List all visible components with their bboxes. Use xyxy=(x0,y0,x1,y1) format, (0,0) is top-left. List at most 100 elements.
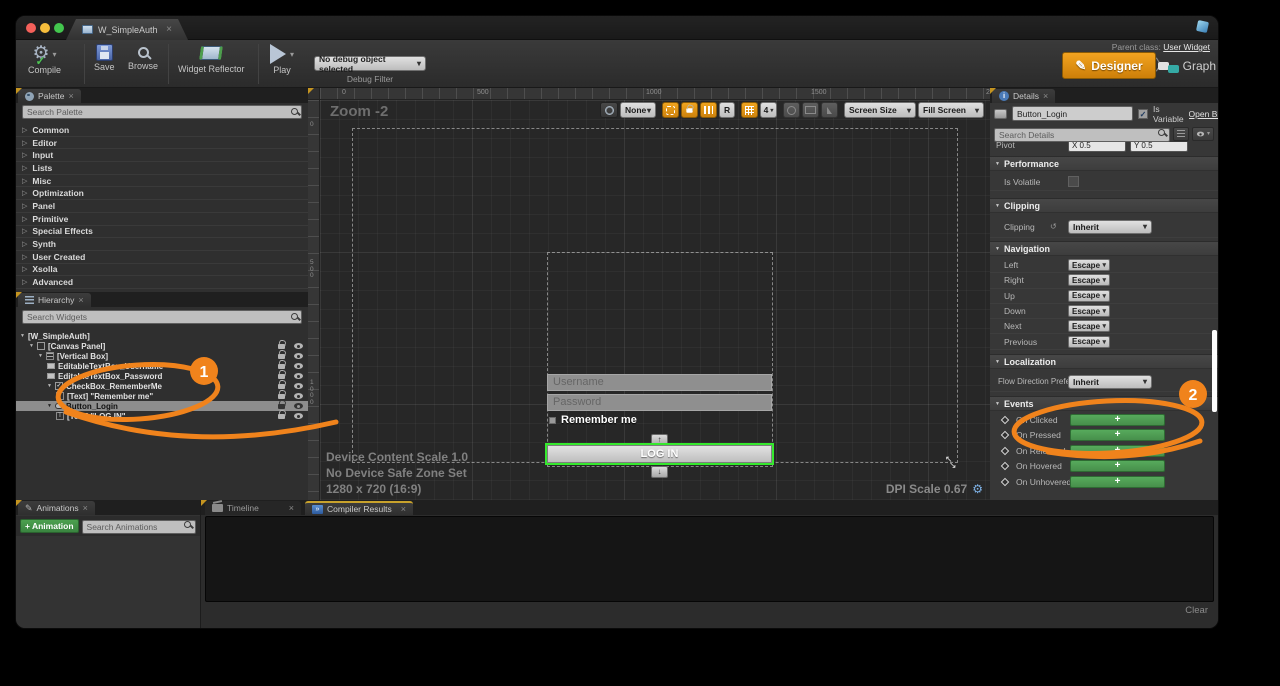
respect-locks-button[interactable]: R xyxy=(719,102,735,118)
hierarchy-row-w-simpleauth[interactable]: ▼[W_SimpleAuth] xyxy=(16,331,308,341)
expander-icon[interactable]: ▼ xyxy=(20,333,25,339)
compile-caret-icon[interactable]: ▾ xyxy=(53,50,57,59)
play-caret-icon[interactable]: ▾ xyxy=(290,50,294,59)
remember-me-checkbox-widget[interactable]: Remember me xyxy=(549,414,637,426)
navigation-dropdown-right[interactable]: Escape▾ xyxy=(1068,274,1110,286)
compiler-results-tab[interactable]: » Compiler Results × xyxy=(305,501,413,515)
animations-tab[interactable]: ✎ Animations × xyxy=(18,501,95,515)
palette-category-synth[interactable]: ▷Synth xyxy=(16,238,308,251)
visibility-icon[interactable] xyxy=(294,353,303,359)
lock-widget-button[interactable] xyxy=(681,102,698,118)
navigation-dropdown-left[interactable]: Escape▾ xyxy=(1068,259,1110,271)
add-event-button-on-unhovered[interactable]: + xyxy=(1070,476,1165,488)
animations-search-input[interactable] xyxy=(82,520,196,534)
lock-icon[interactable] xyxy=(278,384,285,389)
move-down-handle[interactable]: ↓ xyxy=(651,466,668,478)
hierarchy-row-canvas-panel[interactable]: ▼[Canvas Panel] xyxy=(16,341,308,351)
palette-category-common[interactable]: ▷Common xyxy=(16,124,308,137)
graph-mode-button[interactable]: Graph xyxy=(1158,52,1216,79)
visibility-icon[interactable] xyxy=(294,393,303,399)
navigation-dropdown-next[interactable]: Escape▾ xyxy=(1068,320,1110,332)
visibility-icon[interactable] xyxy=(294,413,303,419)
maximize-traffic-light[interactable] xyxy=(54,23,64,33)
navigation-dropdown-down[interactable]: Escape▾ xyxy=(1068,305,1110,317)
lock-icon[interactable] xyxy=(278,414,285,419)
details-search-input[interactable] xyxy=(994,128,1170,142)
is-variable-checkbox[interactable]: ✓ xyxy=(1138,109,1148,119)
expander-icon[interactable]: ▼ xyxy=(47,383,52,389)
palette-category-editor[interactable]: ▷Editor xyxy=(16,137,308,150)
palette-category-input[interactable]: ▷Input xyxy=(16,149,308,162)
navigation-dropdown-up[interactable]: Escape▾ xyxy=(1068,290,1110,302)
palette-category-advanced[interactable]: ▷Advanced xyxy=(16,276,308,289)
hierarchy-row-editabletextbox-username[interactable]: EditableTextBox_Username xyxy=(16,361,308,371)
flow-direction-dropdown[interactable]: Inherit ▾ xyxy=(1068,375,1152,389)
screen-size-dropdown[interactable]: Screen Size▾ xyxy=(844,102,916,118)
fill-screen-dropdown[interactable]: Fill Screen▾ xyxy=(918,102,984,118)
dpi-settings-gear-icon[interactable]: ⚙ xyxy=(972,482,983,496)
transform-mode-button[interactable] xyxy=(783,102,800,118)
palette-category-primitive[interactable]: ▷Primitive xyxy=(16,213,308,226)
close-icon[interactable]: × xyxy=(83,503,88,513)
palette-category-user-created[interactable]: ▷User Created xyxy=(16,251,308,264)
close-icon[interactable]: × xyxy=(68,91,73,101)
document-tab[interactable]: W_SimpleAuth × xyxy=(66,19,188,40)
palette-tab[interactable]: Palette × xyxy=(18,89,81,103)
palette-category-optimization[interactable]: ▷Optimization xyxy=(16,187,308,200)
palette-search-input[interactable] xyxy=(22,105,302,119)
visibility-icon[interactable] xyxy=(294,383,303,389)
lock-icon[interactable] xyxy=(278,354,285,359)
password-textbox-widget[interactable]: Password xyxy=(547,394,772,411)
pivot-y-field[interactable]: Y 0.5 xyxy=(1130,142,1188,152)
details-tab[interactable]: i Details × xyxy=(992,89,1055,103)
timeline-tab[interactable]: Timeline × xyxy=(205,501,301,515)
close-icon[interactable]: × xyxy=(166,25,172,35)
widget-name-input[interactable] xyxy=(1012,106,1133,121)
minimize-traffic-light[interactable] xyxy=(40,23,50,33)
designer-mode-button[interactable]: ✎ Designer xyxy=(1062,52,1156,79)
close-icon[interactable]: × xyxy=(78,295,83,305)
hierarchy-row-vertical-box[interactable]: ▼[Vertical Box] xyxy=(16,351,308,361)
property-matrix-button[interactable] xyxy=(1173,127,1189,141)
widget-reflector-button[interactable]: Widget Reflector xyxy=(178,44,245,74)
expander-icon[interactable]: ▼ xyxy=(47,403,52,409)
login-button-widget[interactable]: LOG IN xyxy=(545,443,774,465)
compile-button[interactable]: ⚙ ✓ ▾ Compile xyxy=(28,44,61,75)
palette-category-special-effects[interactable]: ▷Special Effects xyxy=(16,226,308,239)
preview-none-dropdown[interactable]: None▾ xyxy=(620,102,656,118)
palette-category-panel[interactable]: ▷Panel xyxy=(16,200,308,213)
hierarchy-row-editabletextbox-password[interactable]: EditableTextBox_Password xyxy=(16,371,308,381)
hierarchy-tab[interactable]: Hierarchy × xyxy=(18,293,91,307)
performance-section-header[interactable]: ▼ Performance xyxy=(990,156,1218,171)
close-traffic-light[interactable] xyxy=(26,23,36,33)
hierarchy-row-button-login[interactable]: ▼Button_Login xyxy=(16,401,308,411)
lock-icon[interactable] xyxy=(278,344,285,349)
debug-object-dropdown[interactable]: No debug object selected ▾ xyxy=(314,56,426,71)
hierarchy-search-input[interactable] xyxy=(22,310,302,324)
play-button[interactable]: ▾ Play xyxy=(270,44,294,75)
open-binding-link[interactable]: Open Bind xyxy=(1189,109,1218,119)
checkbox-icon[interactable] xyxy=(549,417,556,424)
visibility-icon[interactable] xyxy=(294,363,303,369)
clipping-dropdown[interactable]: Inherit ▾ xyxy=(1068,220,1152,234)
reset-icon[interactable]: ↺ xyxy=(1050,222,1057,231)
add-event-button-on-released[interactable]: + xyxy=(1070,445,1165,457)
events-section-header[interactable]: ▼ Events xyxy=(990,396,1218,411)
preview-background-button[interactable] xyxy=(802,102,819,118)
resize-handle-icon[interactable]: ↖ ↘ xyxy=(945,456,957,468)
username-textbox-widget[interactable]: Username xyxy=(547,374,772,391)
palette-category-xsolla[interactable]: ▷Xsolla xyxy=(16,264,308,277)
clear-button[interactable]: Clear xyxy=(1185,605,1208,616)
localization-section-header[interactable]: ▼ Localization xyxy=(990,354,1218,369)
grid-size-stepper[interactable]: 4▾ xyxy=(760,102,777,118)
hierarchy-row-checkbox-rememberme[interactable]: ▼✓CheckBox_RememberMe xyxy=(16,381,308,391)
lock-icon[interactable] xyxy=(278,374,285,379)
outline-mode-button[interactable] xyxy=(700,102,717,118)
save-button[interactable]: Save xyxy=(94,44,115,72)
display-filter-button[interactable]: ▾ xyxy=(1192,127,1214,141)
hierarchy-row-text-remember-me[interactable]: T[Text] "Remember me" xyxy=(16,391,308,401)
pivot-x-field[interactable]: X 0.5 xyxy=(1068,142,1126,152)
add-animation-button[interactable]: + Animation xyxy=(20,519,79,533)
localization-globe-button[interactable] xyxy=(600,102,618,118)
lock-icon[interactable] xyxy=(278,394,285,399)
